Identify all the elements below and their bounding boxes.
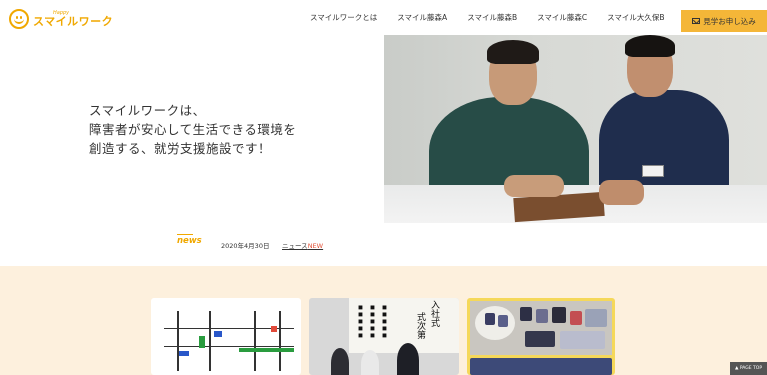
access-map-card[interactable] — [151, 298, 301, 375]
logo-main-text: スマイルワーク — [33, 15, 114, 28]
news-underline — [177, 234, 193, 235]
hero-heading: スマイルワークは、 障害者が安心して生活できる環境を 創造する、就労支援施設です… — [89, 101, 296, 158]
news-new-badge: NEW — [307, 242, 324, 250]
news-heading: news — [177, 236, 202, 246]
page-top-button[interactable]: ▲ PAGE TOP — [730, 362, 767, 375]
products-photo — [470, 301, 612, 355]
visit-request-label: 見学お申し込み — [703, 16, 756, 26]
ceremony-kanji-1: 入社式 — [429, 300, 439, 327]
nav-item-okubo-b[interactable]: スマイル大久保B — [607, 12, 664, 23]
hero-line-2: 障害者が安心して生活できる環境を — [89, 122, 297, 137]
visit-request-button[interactable]: 見学お申し込み — [681, 10, 767, 32]
news-date: 2020年4月30日 — [221, 242, 270, 250]
mail-icon — [692, 18, 701, 24]
main-nav: スマイルワークとは スマイル藤森A スマイル藤森B スマイル藤森C スマイル大久… — [310, 12, 685, 23]
nav-item-fujinomori-c[interactable]: スマイル藤森C — [537, 12, 587, 23]
ceremony-photo-card[interactable]: 入社式 式次第 ◼◼◼◼◼ ◼◼◼◼◼ ◼◼◼◼◼ — [309, 298, 459, 375]
nav-item-fujinomori-a[interactable]: スマイル藤森A — [397, 12, 447, 23]
hero-line-3: 創造する、就労支援施設です！ — [89, 141, 272, 156]
ceremony-kanji-2: 式次第 — [415, 312, 425, 339]
nav-item-fujinomori-b[interactable]: スマイル藤森B — [467, 12, 517, 23]
site-logo[interactable]: Happy スマイルワーク — [9, 9, 113, 29]
smile-logo-icon — [9, 9, 29, 29]
site-header: Happy スマイルワーク スマイルワークとは スマイル藤森A スマイル藤森B … — [0, 0, 767, 35]
products-photo-card[interactable] — [467, 298, 615, 375]
hero-line-1: スマイルワークは、 — [89, 103, 206, 118]
access-map — [159, 306, 294, 371]
hero-photo — [384, 35, 767, 223]
nav-item-about[interactable]: スマイルワークとは — [310, 12, 377, 23]
news-link[interactable]: ニュースNEW — [282, 240, 323, 250]
news-link-text: ニュース — [282, 242, 308, 250]
